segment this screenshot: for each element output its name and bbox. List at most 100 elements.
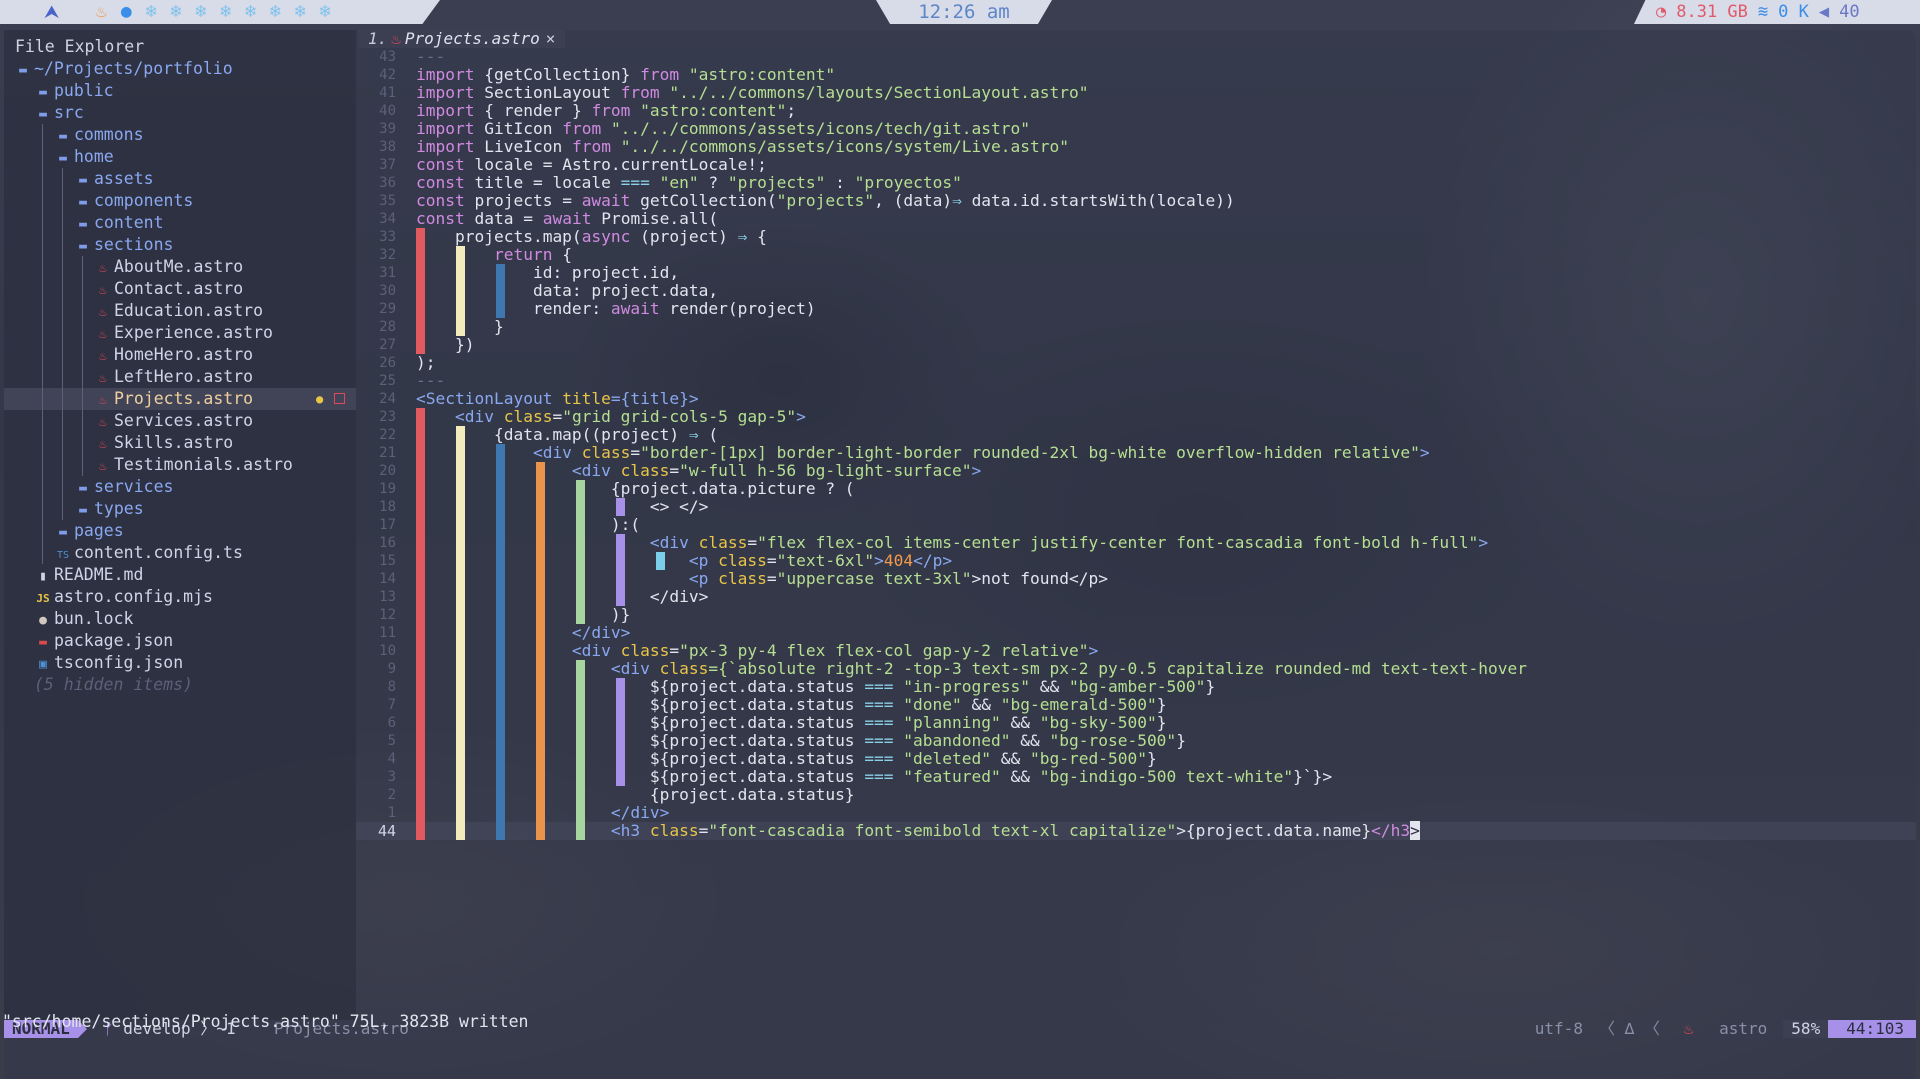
code-line[interactable]: 43 --- xyxy=(356,48,1916,66)
workspace-6-snow-icon[interactable]: ❄ xyxy=(220,0,231,24)
tree-item[interactable]: ♨ HomeHero.astro xyxy=(4,344,356,366)
tree-item[interactable]: ▬ sections xyxy=(4,234,356,256)
code-token: title = locale xyxy=(474,173,621,192)
code-line[interactable]: 3 ${project.data.status === "featured" &… xyxy=(356,768,1916,786)
code-line[interactable]: 24 <SectionLayout title={title}> xyxy=(356,390,1916,408)
tree-item[interactable]: ▬ types xyxy=(4,498,356,520)
code-line[interactable]: 22 {data.map((project) ⇒ ( xyxy=(356,426,1916,444)
code-line[interactable]: 11 </div> xyxy=(356,624,1916,642)
code-token: class xyxy=(581,443,631,462)
tree-item[interactable]: ♨ Testimonials.astro xyxy=(4,454,356,476)
tree-item[interactable]: TS content.config.ts xyxy=(4,542,356,564)
indent-guide xyxy=(42,454,43,476)
tree-item[interactable]: ▬ content xyxy=(4,212,356,234)
code-line[interactable]: 6 ${project.data.status === "planning" &… xyxy=(356,714,1916,732)
code-text: const locale = Astro.currentLocale!; xyxy=(416,156,767,174)
tree-item[interactable]: ▬ package.json xyxy=(4,630,356,652)
close-icon[interactable]: × xyxy=(546,29,556,48)
code-token: > xyxy=(1410,821,1420,840)
cursor-line[interactable]: 44 <h3 class="font-cascadia font-semibol… xyxy=(356,821,1916,840)
code-token: "../../commons/assets/icons/system/Live.… xyxy=(620,137,1069,156)
code-line[interactable]: 35 const projects = await getCollection("… xyxy=(356,192,1916,210)
tree-item[interactable]: ♨ Services.astro xyxy=(4,410,356,432)
code-line[interactable]: 21 <div class="border-[1px] border-light… xyxy=(356,444,1916,462)
code-line[interactable]: 32 return { xyxy=(356,246,1916,264)
tree-item[interactable]: ♨ Skills.astro xyxy=(4,432,356,454)
code-line[interactable]: 2 {project.data.status} xyxy=(356,786,1916,804)
code-token: "bg-indigo-500 text-white" xyxy=(1039,767,1294,786)
code-line[interactable]: 34 const data = await Promise.all( xyxy=(356,210,1916,228)
tree-item[interactable]: ♨ Experience.astro xyxy=(4,322,356,344)
tree-item[interactable]: ▬ services xyxy=(4,476,356,498)
code-line[interactable]: 16 <div class="flex flex-col items-cente… xyxy=(356,534,1916,552)
file-tree: ▬ ~/Projects/portfolio ▬ public ▬ src ▬ commons… xyxy=(4,58,356,696)
code-line[interactable]: 15 <p class="text-6xl">404</p> xyxy=(356,552,1916,570)
tab-projects-astro[interactable]: 1. ♨ Projects.astro × xyxy=(358,29,566,48)
tree-item[interactable]: ● bun.lock xyxy=(4,608,356,630)
code-line[interactable]: 8 ${project.data.status === "in-progress… xyxy=(356,678,1916,696)
code-line[interactable]: 10 <div class="px-3 py-4 flex flex-col g… xyxy=(356,642,1916,660)
workspace-8-snow-icon[interactable]: ❄ xyxy=(270,0,281,24)
tree-item[interactable]: (5 hidden items) xyxy=(4,674,356,696)
workspace-3-snow-icon[interactable]: ❄ xyxy=(146,0,157,24)
tree-item[interactable]: ▬ src xyxy=(4,102,356,124)
tree-item[interactable]: ▬ commons xyxy=(4,124,356,146)
code-line[interactable]: 14 <p class="uppercase text-3xl">not fou… xyxy=(356,570,1916,588)
code-line[interactable]: 13 </div> xyxy=(356,588,1916,606)
code-line[interactable]: 7 ${project.data.status === "done" && "b… xyxy=(356,696,1916,714)
code-line[interactable]: 23 <div class="grid grid-cols-5 gap-5"> xyxy=(356,408,1916,426)
code-line[interactable]: 20 <div class="w-full h-56 bg-light-surf… xyxy=(356,462,1916,480)
tree-item[interactable]: ▬ public xyxy=(4,80,356,102)
tree-item[interactable]: ▣ tsconfig.json xyxy=(4,652,356,674)
code-line[interactable]: 38 import LiveIcon from "../../commons/as… xyxy=(356,138,1916,156)
workspace-9-snow-icon[interactable]: ❄ xyxy=(295,0,306,24)
wifi-icon[interactable]: ≋ xyxy=(1758,2,1768,22)
workspace-5-snow-icon[interactable]: ❄ xyxy=(195,0,206,24)
workspace-1-fire-icon[interactable]: ♨ xyxy=(96,0,107,24)
code-line[interactable]: 33 projects.map(async (project) ⇒ { xyxy=(356,228,1916,246)
code-token: )} xyxy=(416,605,631,624)
code-line[interactable]: 27 }) xyxy=(356,336,1916,354)
workspace-4-snow-icon[interactable]: ❄ xyxy=(171,0,182,24)
code-line[interactable]: 28 } xyxy=(356,318,1916,336)
code-buffer[interactable]: 43 --- 42 import {getCollection} from "astr… xyxy=(356,48,1916,840)
code-line[interactable]: 40 import { render } from "astro:content"… xyxy=(356,102,1916,120)
code-line[interactable]: 36 const title = locale === "en" ? "proje… xyxy=(356,174,1916,192)
tree-item[interactable]: ♨ Projects.astro ● xyxy=(4,388,356,410)
workspace-10-snow-icon[interactable]: ❄ xyxy=(320,0,331,24)
code-line[interactable]: 17 ):( xyxy=(356,516,1916,534)
tree-item[interactable]: ▬ home xyxy=(4,146,356,168)
code-line[interactable]: 9 <div class={`absolute right-2 -top-3 t… xyxy=(356,660,1916,678)
indent-guide xyxy=(62,212,63,234)
code-line[interactable]: 39 import GitIcon from "../../commons/ass… xyxy=(356,120,1916,138)
tree-item[interactable]: ♨ Contact.astro xyxy=(4,278,356,300)
volume-icon[interactable]: ◀ xyxy=(1819,2,1829,22)
workspace-7-snow-icon[interactable]: ❄ xyxy=(245,0,256,24)
code-line[interactable]: 5 ${project.data.status === "abandoned" … xyxy=(356,732,1916,750)
code-line[interactable]: 41 import SectionLayout from "../../commo… xyxy=(356,84,1916,102)
tree-item[interactable]: ♨ LeftHero.astro xyxy=(4,366,356,388)
tree-item[interactable]: JS astro.config.mjs xyxy=(4,586,356,608)
code-line[interactable]: 18 <> </> xyxy=(356,498,1916,516)
code-token: id: project.id, xyxy=(416,263,680,282)
code-line[interactable]: 19 {project.data.picture ? ( xyxy=(356,480,1916,498)
tree-item[interactable]: ♨ Education.astro xyxy=(4,300,356,322)
tree-item[interactable]: ♨ AboutMe.astro xyxy=(4,256,356,278)
code-line[interactable]: 31 id: project.id, xyxy=(356,264,1916,282)
tree-item[interactable]: ▬ components xyxy=(4,190,356,212)
code-line[interactable]: 1 </div> xyxy=(356,804,1916,822)
code-line[interactable]: 12 )} xyxy=(356,606,1916,624)
code-line[interactable]: 25 --- xyxy=(356,372,1916,390)
code-line[interactable]: 4 ${project.data.status === "deleted" &&… xyxy=(356,750,1916,768)
code-line[interactable]: 29 render: await render(project) xyxy=(356,300,1916,318)
code-line[interactable]: 26); xyxy=(356,354,1916,372)
tree-item[interactable]: ▬ ~/Projects/portfolio xyxy=(4,58,356,80)
code-line[interactable]: 30 data: project.data, xyxy=(356,282,1916,300)
tree-item[interactable]: ▬ pages xyxy=(4,520,356,542)
workspace-2-drop-icon[interactable]: ● xyxy=(121,0,132,24)
code-line[interactable]: 37 const locale = Astro.currentLocale!; xyxy=(356,156,1916,174)
tree-item[interactable]: ▬ assets xyxy=(4,168,356,190)
arch-logo-icon[interactable]: ⮝ xyxy=(44,2,59,23)
tree-item[interactable]: ▮ README.md xyxy=(4,564,356,586)
code-line[interactable]: 42 import {getCollection} from "astro:con… xyxy=(356,66,1916,84)
